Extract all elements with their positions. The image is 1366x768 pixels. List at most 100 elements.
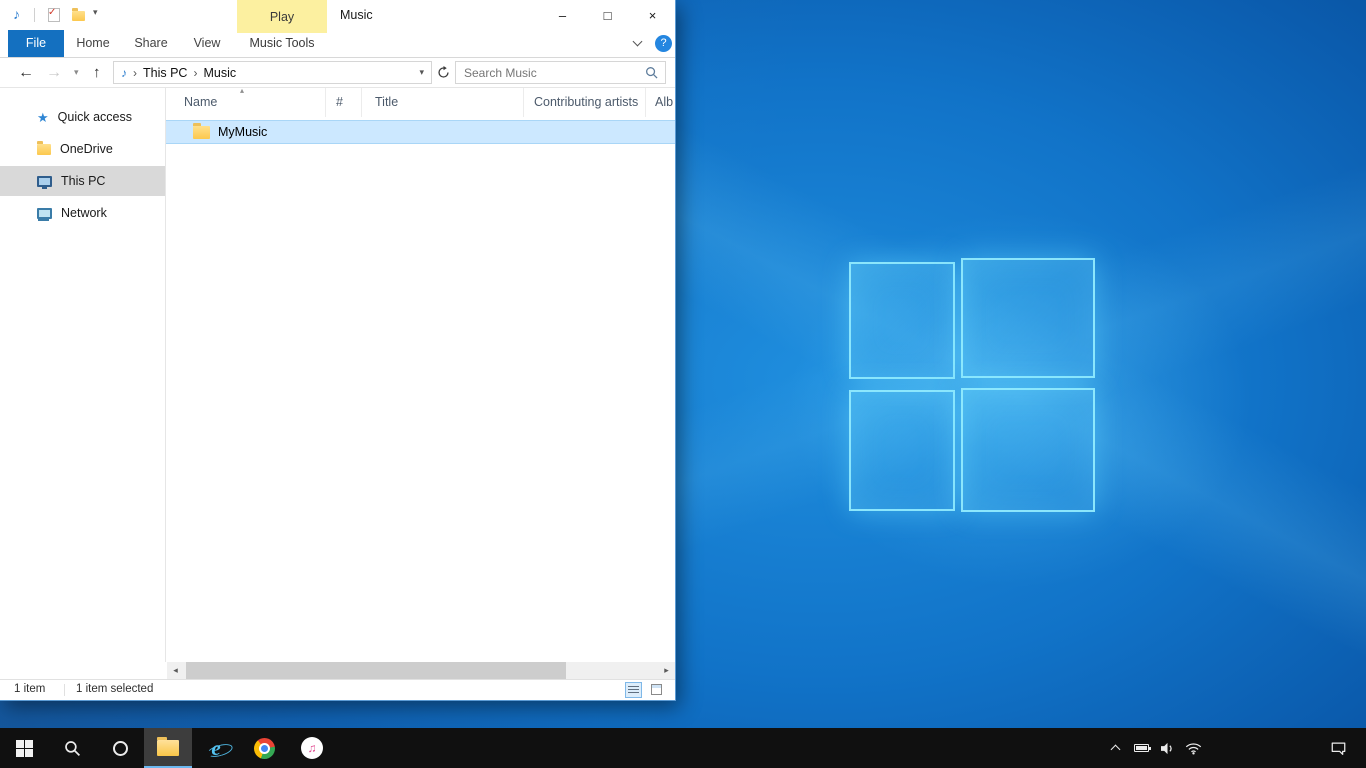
tab-home[interactable]: Home [70,30,116,57]
file-row-mymusic[interactable]: MyMusic [166,120,675,144]
battery-indicator[interactable] [1128,744,1154,752]
sidebar-item-network[interactable]: Network [0,198,165,228]
itunes-icon: ♫ [301,737,323,759]
battery-icon [1134,744,1149,752]
column-header-name[interactable]: ▴ Name [166,88,326,117]
caption-buttons: – □ × [540,0,675,30]
folder-icon [193,126,210,139]
cortana-icon [113,741,128,756]
address-dropdown-icon[interactable]: ▾ [419,67,424,78]
file-name: MyMusic [218,125,267,139]
music-app-icon: ♪ [13,6,20,22]
sidebar-item-onedrive[interactable]: OneDrive [0,134,165,164]
address-bar[interactable]: ♪ › This PC › Music ▾ [113,61,432,84]
breadcrumb-separator-icon: › [193,66,197,80]
taskbar-search-button[interactable] [48,728,96,768]
status-divider [64,684,65,696]
breadcrumb-separator-icon: › [133,66,137,80]
internet-explorer-icon: e [211,738,220,759]
window-title: Music [340,0,373,30]
refresh-button[interactable] [437,66,450,84]
breadcrumb-music[interactable]: Music [203,66,236,80]
close-button[interactable]: × [630,0,675,30]
tab-share[interactable]: Share [128,30,174,57]
show-hidden-icons-button[interactable] [1102,743,1128,753]
forward-button[interactable]: → [46,58,62,87]
column-header-contributing-artists[interactable]: Contributing artists [524,88,646,117]
windows-logo-pane [849,262,955,379]
breadcrumb-this-pc[interactable]: This PC [143,66,187,80]
contextual-tab-play[interactable]: Play [237,0,327,33]
tab-music-tools[interactable]: Music Tools [240,30,324,57]
scrollbar-thumb[interactable] [186,662,566,679]
wifi-icon [1185,742,1202,755]
search-box[interactable] [455,61,666,84]
network-indicator[interactable] [1180,742,1206,755]
this-pc-icon [37,176,52,187]
sidebar-label: Network [61,206,107,220]
windows-logo-pane [961,258,1095,378]
column-label: Alb [655,95,673,109]
column-label: Name [184,95,217,109]
titlebar-separator [34,8,35,22]
chrome-icon [254,738,275,759]
navigation-pane: ★ Quick access OneDrive This PC Network [0,88,166,662]
column-label: Title [375,95,398,109]
search-icon [64,740,81,757]
tab-view[interactable]: View [186,30,228,57]
windows-logo-pane [961,388,1095,512]
tab-file[interactable]: File [8,30,64,57]
up-button[interactable]: ↑ [93,58,101,87]
cortana-button[interactable] [96,728,144,768]
column-header-title[interactable]: Title [362,88,524,117]
sidebar-label: Quick access [58,110,132,124]
location-music-icon: ♪ [121,66,127,80]
status-bar: 1 item 1 item selected [0,679,675,700]
onedrive-icon [37,144,51,155]
column-header-number[interactable]: # [326,88,362,117]
recent-locations-icon[interactable]: ▾ [74,58,79,87]
search-input[interactable] [456,62,645,83]
horizontal-scrollbar[interactable]: ◂ ▸ [167,662,675,679]
scroll-right-icon[interactable]: ▸ [658,662,675,679]
volume-indicator[interactable] [1154,742,1180,755]
column-label: # [336,95,343,109]
music-note-icon: ♫ [308,741,317,755]
quick-access-star-icon: ★ [37,111,49,124]
ribbon-tab-row: File Home Share View Music Tools ? [0,30,675,58]
help-button[interactable]: ? [655,35,672,52]
file-explorer-window: ♪ ✓ ▾ Play Music – □ × File Home Share V… [0,0,675,700]
back-button[interactable]: ← [18,58,34,87]
quick-access-toolbar-icon[interactable]: ✓ [48,8,60,22]
taskbar-internet-explorer-button[interactable]: e [192,728,240,768]
minimize-button[interactable]: – [540,0,585,30]
refresh-icon [437,66,450,79]
taskbar: e ♫ [0,728,1366,768]
details-view-button[interactable] [625,682,642,698]
file-list[interactable]: ▴ Name # Title Contributing artists Alb [166,88,675,662]
taskbar-itunes-button[interactable]: ♫ [288,728,336,768]
chevron-up-icon [1110,745,1120,755]
expand-ribbon-icon[interactable] [634,38,641,45]
search-icon [645,66,658,79]
sidebar-item-this-pc[interactable]: This PC [0,166,165,196]
speaker-icon [1160,742,1175,755]
start-button[interactable] [0,728,48,768]
navigation-bar: ← → ▾ ↑ ♪ › This PC › Music ▾ [0,58,675,88]
taskbar-file-explorer-button[interactable] [144,728,192,768]
windows-logo-pane [849,390,955,511]
action-center-button[interactable] [1318,741,1358,756]
check-icon: ✓ [48,7,56,18]
large-icons-view-button[interactable] [648,682,665,698]
sidebar-label: OneDrive [60,142,113,156]
sidebar-item-quick-access[interactable]: ★ Quick access [0,102,165,132]
taskbar-chrome-button[interactable] [240,728,288,768]
customize-toolbar-icon[interactable]: ▾ [93,7,98,18]
new-folder-icon[interactable] [72,11,85,21]
scroll-left-icon[interactable]: ◂ [167,662,184,679]
maximize-button[interactable]: □ [585,0,630,30]
column-header-album[interactable]: Alb [646,88,675,117]
title-bar[interactable]: ♪ ✓ ▾ Play Music – □ × [0,0,675,30]
item-count: 1 item [14,683,45,695]
windows-start-icon [16,740,33,757]
